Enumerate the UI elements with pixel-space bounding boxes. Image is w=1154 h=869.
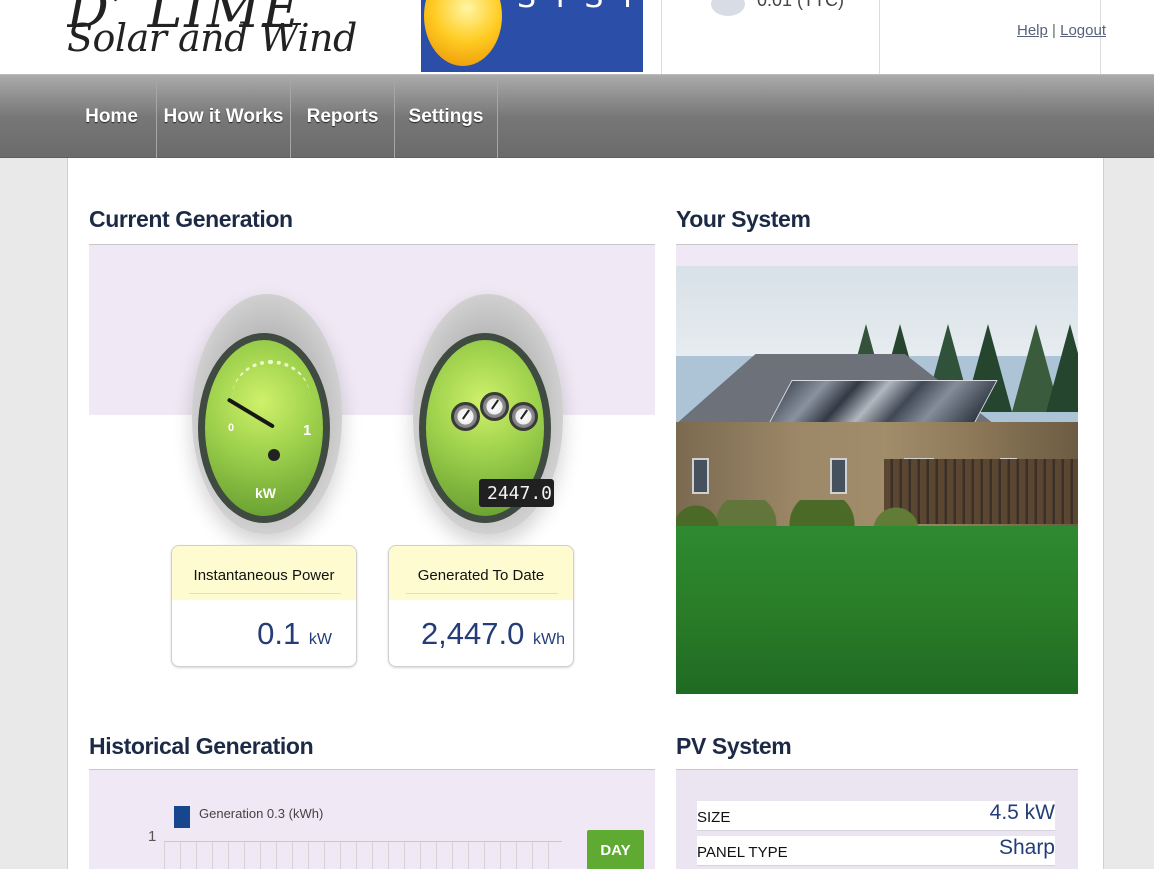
main-content: Current Generation 0 1 kW 2447.0 Instant… (67, 158, 1104, 869)
card-divider (406, 593, 558, 594)
generation-legend-swatch (174, 806, 190, 828)
card-divider (189, 593, 341, 594)
pv-size-value: 4.5 kW (989, 801, 1055, 824)
brand-logo[interactable]: D’ LIME Solar and Wind SYSTEMS (67, 0, 643, 72)
meter-reading: 2447.0 (479, 479, 554, 507)
generated-to-date-card: Generated To Date 2,447.0 kWh (388, 545, 574, 667)
nav-settings[interactable]: Settings (395, 75, 498, 159)
pv-panel-type-value: Sharp (998, 836, 1055, 859)
instantaneous-power-unit: kW (308, 631, 332, 648)
pv-panel-type-label: PANEL TYPE (697, 844, 788, 861)
help-link[interactable]: Help (1017, 22, 1048, 39)
pv-system-panel: SIZE 4.5 kW PANEL TYPE Sharp (676, 770, 1078, 869)
nav-reports[interactable]: Reports (291, 75, 395, 159)
generated-to-date-label: Generated To Date (417, 567, 545, 584)
nav-how-it-works[interactable]: How it Works (157, 75, 291, 159)
header-divider (879, 0, 880, 74)
dashboard-page: D’ LIME Solar and Wind SYSTEMS 0.01 (TTC… (0, 0, 1154, 869)
pv-size-row: SIZE 4.5 kW (697, 801, 1055, 831)
generated-to-date-unit: kWh (533, 631, 565, 648)
power-unit-label: kW (255, 485, 276, 501)
chart-grid (164, 841, 562, 869)
site-header: D’ LIME Solar and Wind SYSTEMS 0.01 (TTC… (0, 0, 1154, 74)
house-window (830, 458, 847, 494)
current-generation-title: Current Generation (89, 206, 293, 232)
instantaneous-power-value: 0.1 kW (257, 616, 332, 652)
power-zero-label: 0 (228, 422, 235, 434)
meter-dial-icon (509, 402, 538, 431)
generated-to-date-number: 2,447.0 (420, 616, 525, 651)
logout-link[interactable]: Logout (1060, 22, 1106, 39)
your-system-bar (676, 245, 1078, 266)
generation-meter: 2447.0 (413, 294, 563, 534)
header-divider (661, 0, 662, 74)
historical-generation-title: Historical Generation (89, 733, 314, 759)
house-window (692, 458, 709, 494)
power-needle-hub (268, 449, 280, 461)
power-one-label: 1 (303, 422, 312, 439)
generated-to-date-value: 2,447.0 kWh (421, 616, 565, 652)
photo-lawn (676, 526, 1078, 694)
link-separator: | (1052, 22, 1056, 39)
brand-systems-text: SYSTEMS (517, 0, 643, 15)
instantaneous-power-card: Instantaneous Power 0.1 kW (171, 545, 357, 667)
brand-main-text: Solar and Wind (67, 16, 357, 60)
your-system-title: Your System (676, 206, 811, 232)
header-status-text: 0.01 (TTC) (757, 0, 845, 10)
account-links: Help | Logout (1017, 22, 1106, 39)
instantaneous-power-label: Instantaneous Power (193, 567, 335, 584)
tree-shape (1046, 324, 1078, 412)
pv-size-label: SIZE (697, 809, 731, 826)
meter-dial-icon (480, 392, 509, 421)
current-generation-panel (89, 245, 655, 775)
solar-panels (768, 380, 998, 424)
instantaneous-power-number: 0.1 (257, 616, 301, 651)
generation-meter-face: 2447.0 (419, 333, 554, 523)
day-button[interactable]: DAY (587, 830, 644, 869)
generation-legend-text: Generation 0.3 (kWh) (199, 806, 324, 821)
nav-items: Home How it Works Reports Settings (67, 75, 498, 159)
nav-home[interactable]: Home (67, 75, 157, 159)
pv-system-title: PV System (676, 733, 792, 759)
system-photo (676, 266, 1078, 694)
power-gauge: 0 1 kW (192, 294, 342, 534)
profile-icon (711, 0, 745, 16)
power-dial: 0 1 kW (198, 333, 330, 523)
meter-dial-icon (451, 402, 480, 431)
pv-panel-type-row: PANEL TYPE Sharp (697, 836, 1055, 866)
main-navigation: Home How it Works Reports Settings (0, 74, 1154, 159)
chart-axis-value: 1 (148, 828, 157, 845)
